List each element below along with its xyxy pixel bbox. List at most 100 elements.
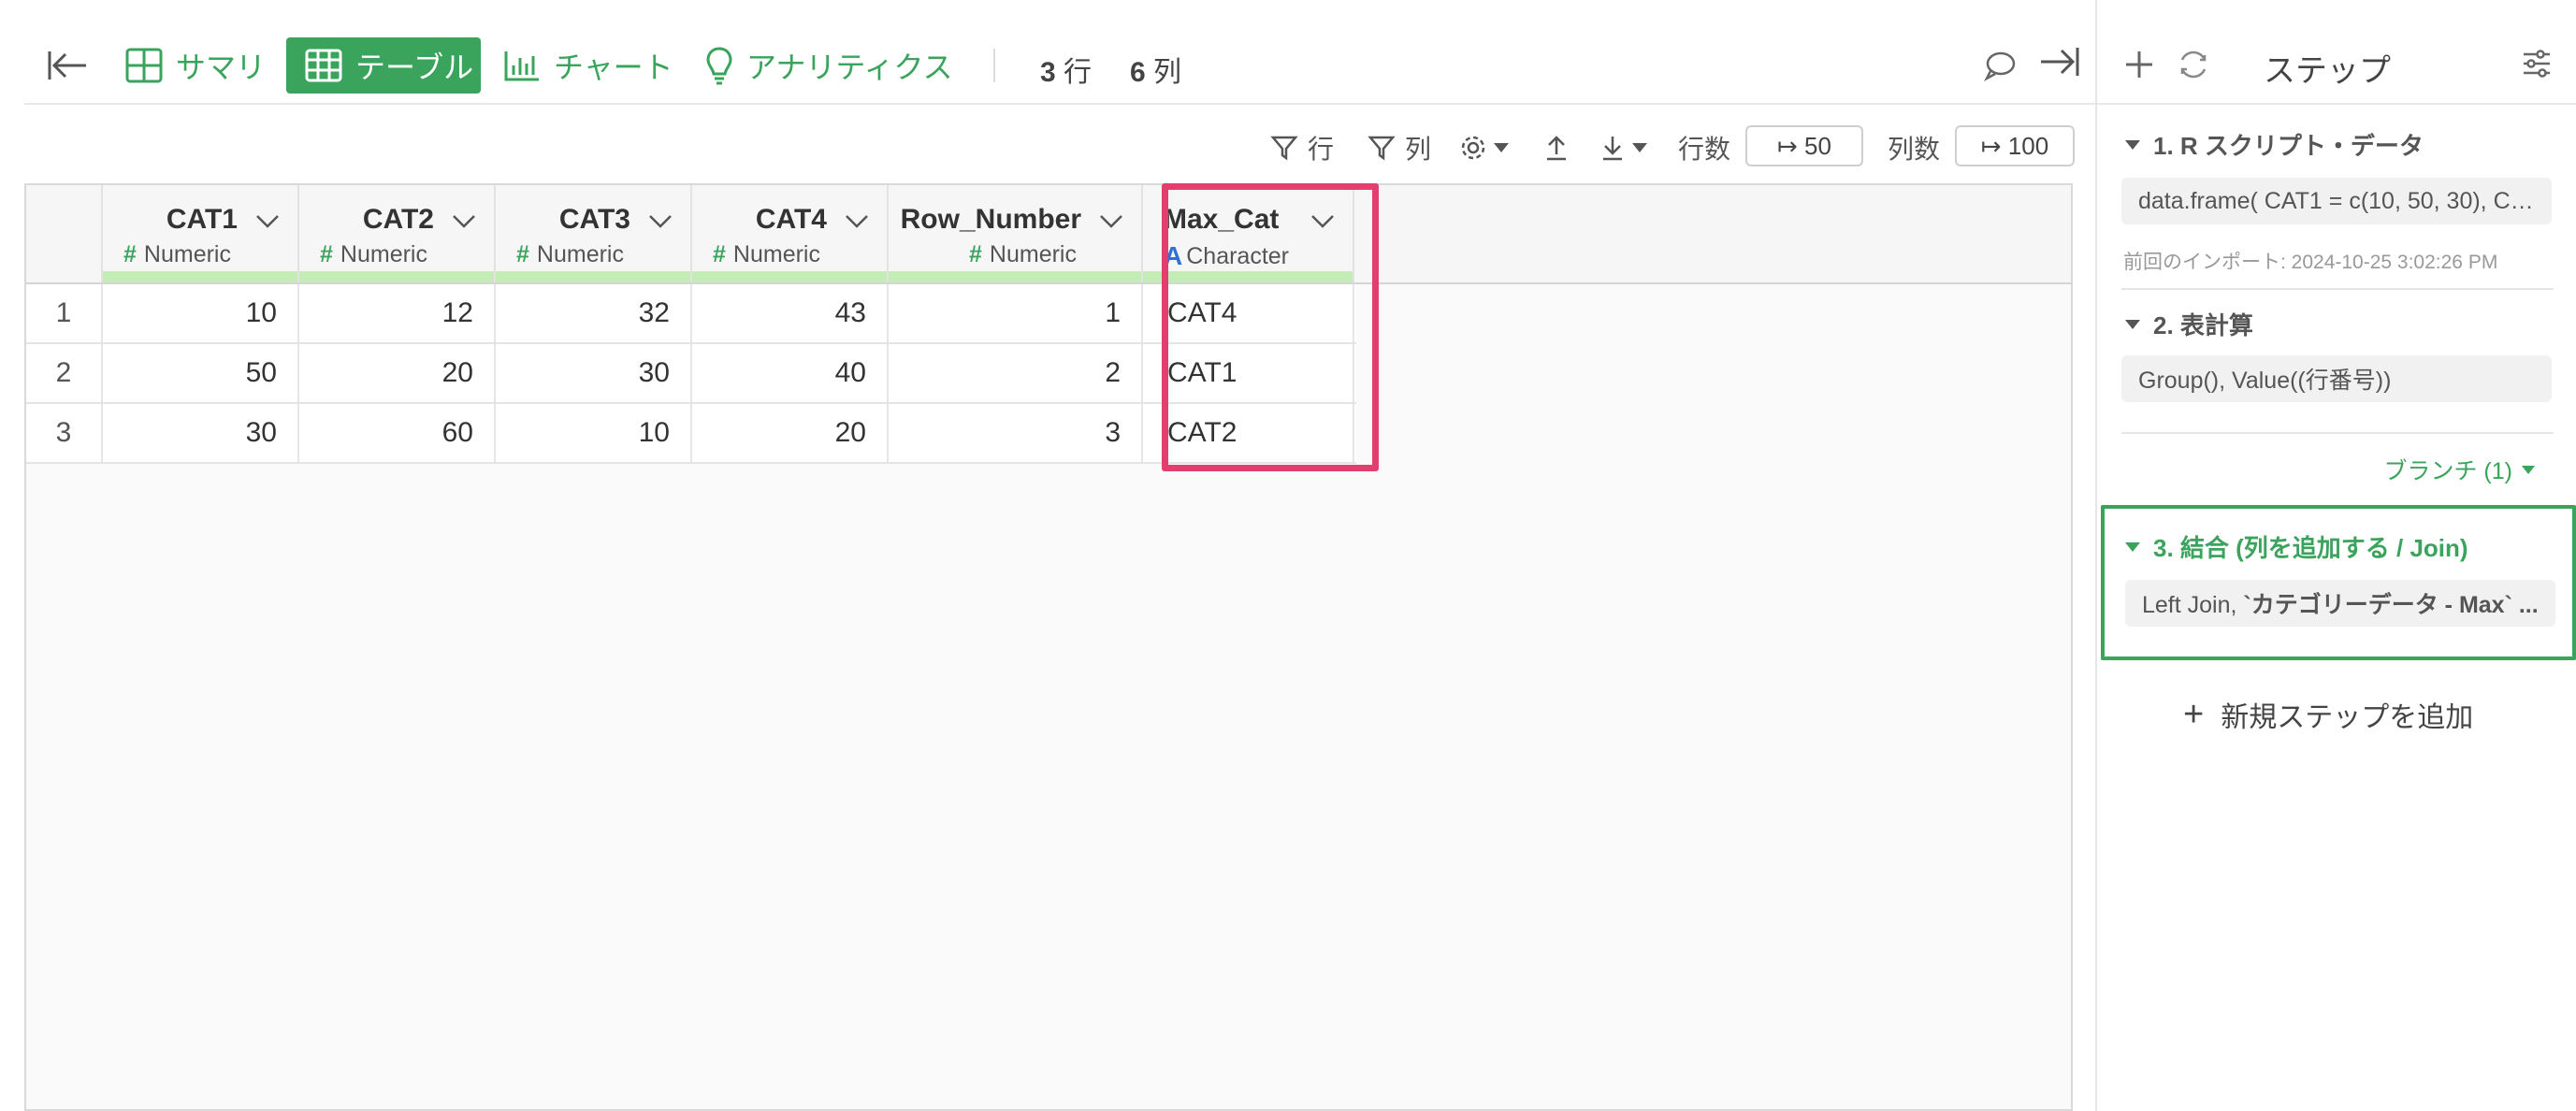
step-3-title[interactable]: 3. 結合 (列を追加する / Join): [2125, 529, 2468, 564]
plus-icon[interactable]: [2123, 49, 2155, 80]
tab-summary[interactable]: サマリ: [125, 37, 266, 94]
table-cell[interactable]: 50: [103, 344, 299, 402]
collapse-left-icon: [48, 51, 86, 79]
table-cell[interactable]: 3: [889, 404, 1143, 462]
step-title-text: 3. 結合 (列を追加する / Join): [2153, 534, 2468, 562]
step-title-text: 2. 表計算: [2153, 311, 2253, 339]
column-header-cat3[interactable]: CAT3 # Numeric: [496, 185, 692, 282]
chevron-down-icon[interactable]: [844, 211, 870, 230]
table-cell[interactable]: 10: [496, 404, 692, 462]
refresh-icon[interactable]: [2176, 47, 2211, 82]
column-name: CAT4: [755, 204, 827, 235]
bar-chart-icon: [504, 51, 539, 81]
caret-down-icon: [1494, 143, 1509, 152]
chevron-down-icon[interactable]: [647, 211, 673, 230]
column-type: # Numeric: [123, 241, 231, 268]
table-cell[interactable]: CAT1: [1143, 344, 1354, 402]
chevron-down-icon[interactable]: [451, 211, 477, 230]
table-toolbar: 行 列 行数 ↦ 50 列数 ↦ 100: [24, 105, 2095, 183]
sliders-icon[interactable]: [2520, 47, 2554, 80]
table-cell[interactable]: 12: [299, 284, 496, 342]
comment-icon[interactable]: [1983, 49, 2017, 82]
table-row: 3 30 60 10 20 3 CAT2: [26, 404, 1356, 464]
numeric-type-icon: #: [123, 241, 137, 267]
collapse-right-icon: [2041, 48, 2079, 76]
table-cell[interactable]: 1: [889, 284, 1143, 342]
add-new-step-button[interactable]: + 新規ステップを追加: [2183, 694, 2473, 735]
column-type: # Numeric: [969, 241, 1077, 268]
column-type: # Numeric: [516, 241, 624, 268]
table-cell[interactable]: 20: [299, 344, 496, 402]
gear-icon: [1461, 136, 1485, 160]
tab-label: サマリ: [176, 50, 267, 84]
tab-label: アナリティクス: [746, 50, 953, 84]
upload-button[interactable]: [1543, 129, 1570, 166]
table-cell[interactable]: CAT2: [1143, 404, 1354, 462]
tab-table[interactable]: テーブル: [286, 37, 481, 94]
table-cell[interactable]: 43: [692, 284, 889, 342]
table-cell[interactable]: 40: [692, 344, 889, 402]
table-cell[interactable]: 32: [496, 284, 692, 342]
column-header-row-number[interactable]: Row_Number # Numeric: [889, 185, 1143, 282]
caret-down-icon: [1632, 143, 1647, 152]
columns-limit-input[interactable]: ↦ 100: [1955, 125, 2075, 166]
column-type: A Character: [1164, 241, 1289, 271]
branch-dropdown[interactable]: ブランチ (1): [2383, 453, 2535, 486]
step-1-title[interactable]: 1. R スクリプト・データ: [2125, 127, 2424, 162]
step-2-title[interactable]: 2. 表計算: [2125, 307, 2253, 341]
column-filter-button[interactable]: 列: [1368, 129, 1431, 166]
steps-panel: ステップ 1. R スクリプト・データ data.frame( CAT1 = c…: [2095, 0, 2576, 1111]
column-quality-bar: [299, 271, 494, 282]
column-quality-bar: [496, 271, 690, 282]
download-button[interactable]: [1599, 129, 1648, 166]
step-3-active[interactable]: 3. 結合 (列を追加する / Join) Left Join, `カテゴリーデ…: [2101, 505, 2576, 660]
chevron-down-icon[interactable]: [1310, 211, 1336, 230]
tab-label: テーブル: [355, 50, 474, 84]
tab-chart[interactable]: チャート: [503, 37, 673, 94]
row-count: 3 行: [1040, 49, 1092, 90]
index-header: [26, 185, 103, 282]
step-3-detail[interactable]: Left Join, `カテゴリーデータ - Max` ...: [2125, 580, 2555, 627]
table-settings-button[interactable]: [1459, 129, 1510, 166]
step-2-detail[interactable]: Group(), Value((行番号)): [2121, 355, 2552, 402]
column-quality-bar: [692, 271, 887, 282]
table-cell[interactable]: 2: [889, 344, 1143, 402]
collapse-triangle-icon: [2125, 541, 2140, 552]
rows-label: 行数: [1678, 135, 1731, 164]
table-cell[interactable]: 10: [103, 284, 299, 342]
chevron-down-icon[interactable]: [1098, 211, 1124, 230]
column-header-max-cat[interactable]: Max_Cat A Character: [1143, 185, 1354, 282]
table-cell[interactable]: 30: [496, 344, 692, 402]
tab-analytics[interactable]: アナリティクス: [705, 37, 952, 94]
table-cell[interactable]: CAT4: [1143, 284, 1354, 342]
collapse-left-button[interactable]: [45, 43, 90, 88]
collapse-right-button[interactable]: [2039, 45, 2080, 86]
table-cell[interactable]: 30: [103, 404, 299, 462]
top-toolbar: サマリ テーブル チャート アナリティクス 3 行 6 列: [24, 0, 2095, 105]
column-header-cat2[interactable]: CAT2 # Numeric: [299, 185, 496, 282]
step-1-detail[interactable]: data.frame( CAT1 = c(10, 50, 30), CAT2 =…: [2121, 178, 2552, 224]
column-header-cat4[interactable]: CAT4 # Numeric: [692, 185, 889, 282]
numeric-type-icon: #: [969, 241, 982, 267]
collapse-triangle-icon: [2125, 139, 2140, 150]
toolbar-divider: [993, 49, 995, 82]
row-index: 1: [26, 284, 103, 342]
row-filter-button[interactable]: 行: [1270, 129, 1334, 166]
step-detail-prefix: Left Join,: [2142, 592, 2244, 618]
column-type-label: Numeric: [143, 241, 231, 267]
column-header-cat1[interactable]: CAT1 # Numeric: [103, 185, 299, 282]
chevron-down-icon[interactable]: [254, 211, 281, 230]
column-type: # Numeric: [713, 241, 820, 268]
step-detail-bold: `カテゴリーデータ - Max` ...: [2243, 592, 2539, 618]
table-cell[interactable]: 20: [692, 404, 889, 462]
column-quality-bar: [1143, 271, 1353, 282]
column-type-label: Numeric: [732, 241, 820, 267]
data-grid: CAT1 # Numeric CAT2 # Numeric CAT3 # Numeri…: [24, 183, 2073, 1111]
numeric-type-icon: #: [713, 241, 726, 267]
column-quality-bar: [103, 271, 297, 282]
numeric-type-icon: #: [320, 241, 333, 267]
filter-icon: [1270, 136, 1298, 161]
table-cell[interactable]: 60: [299, 404, 496, 462]
column-type-label: Numeric: [989, 241, 1077, 267]
rows-limit-input[interactable]: ↦ 50: [1745, 125, 1863, 166]
